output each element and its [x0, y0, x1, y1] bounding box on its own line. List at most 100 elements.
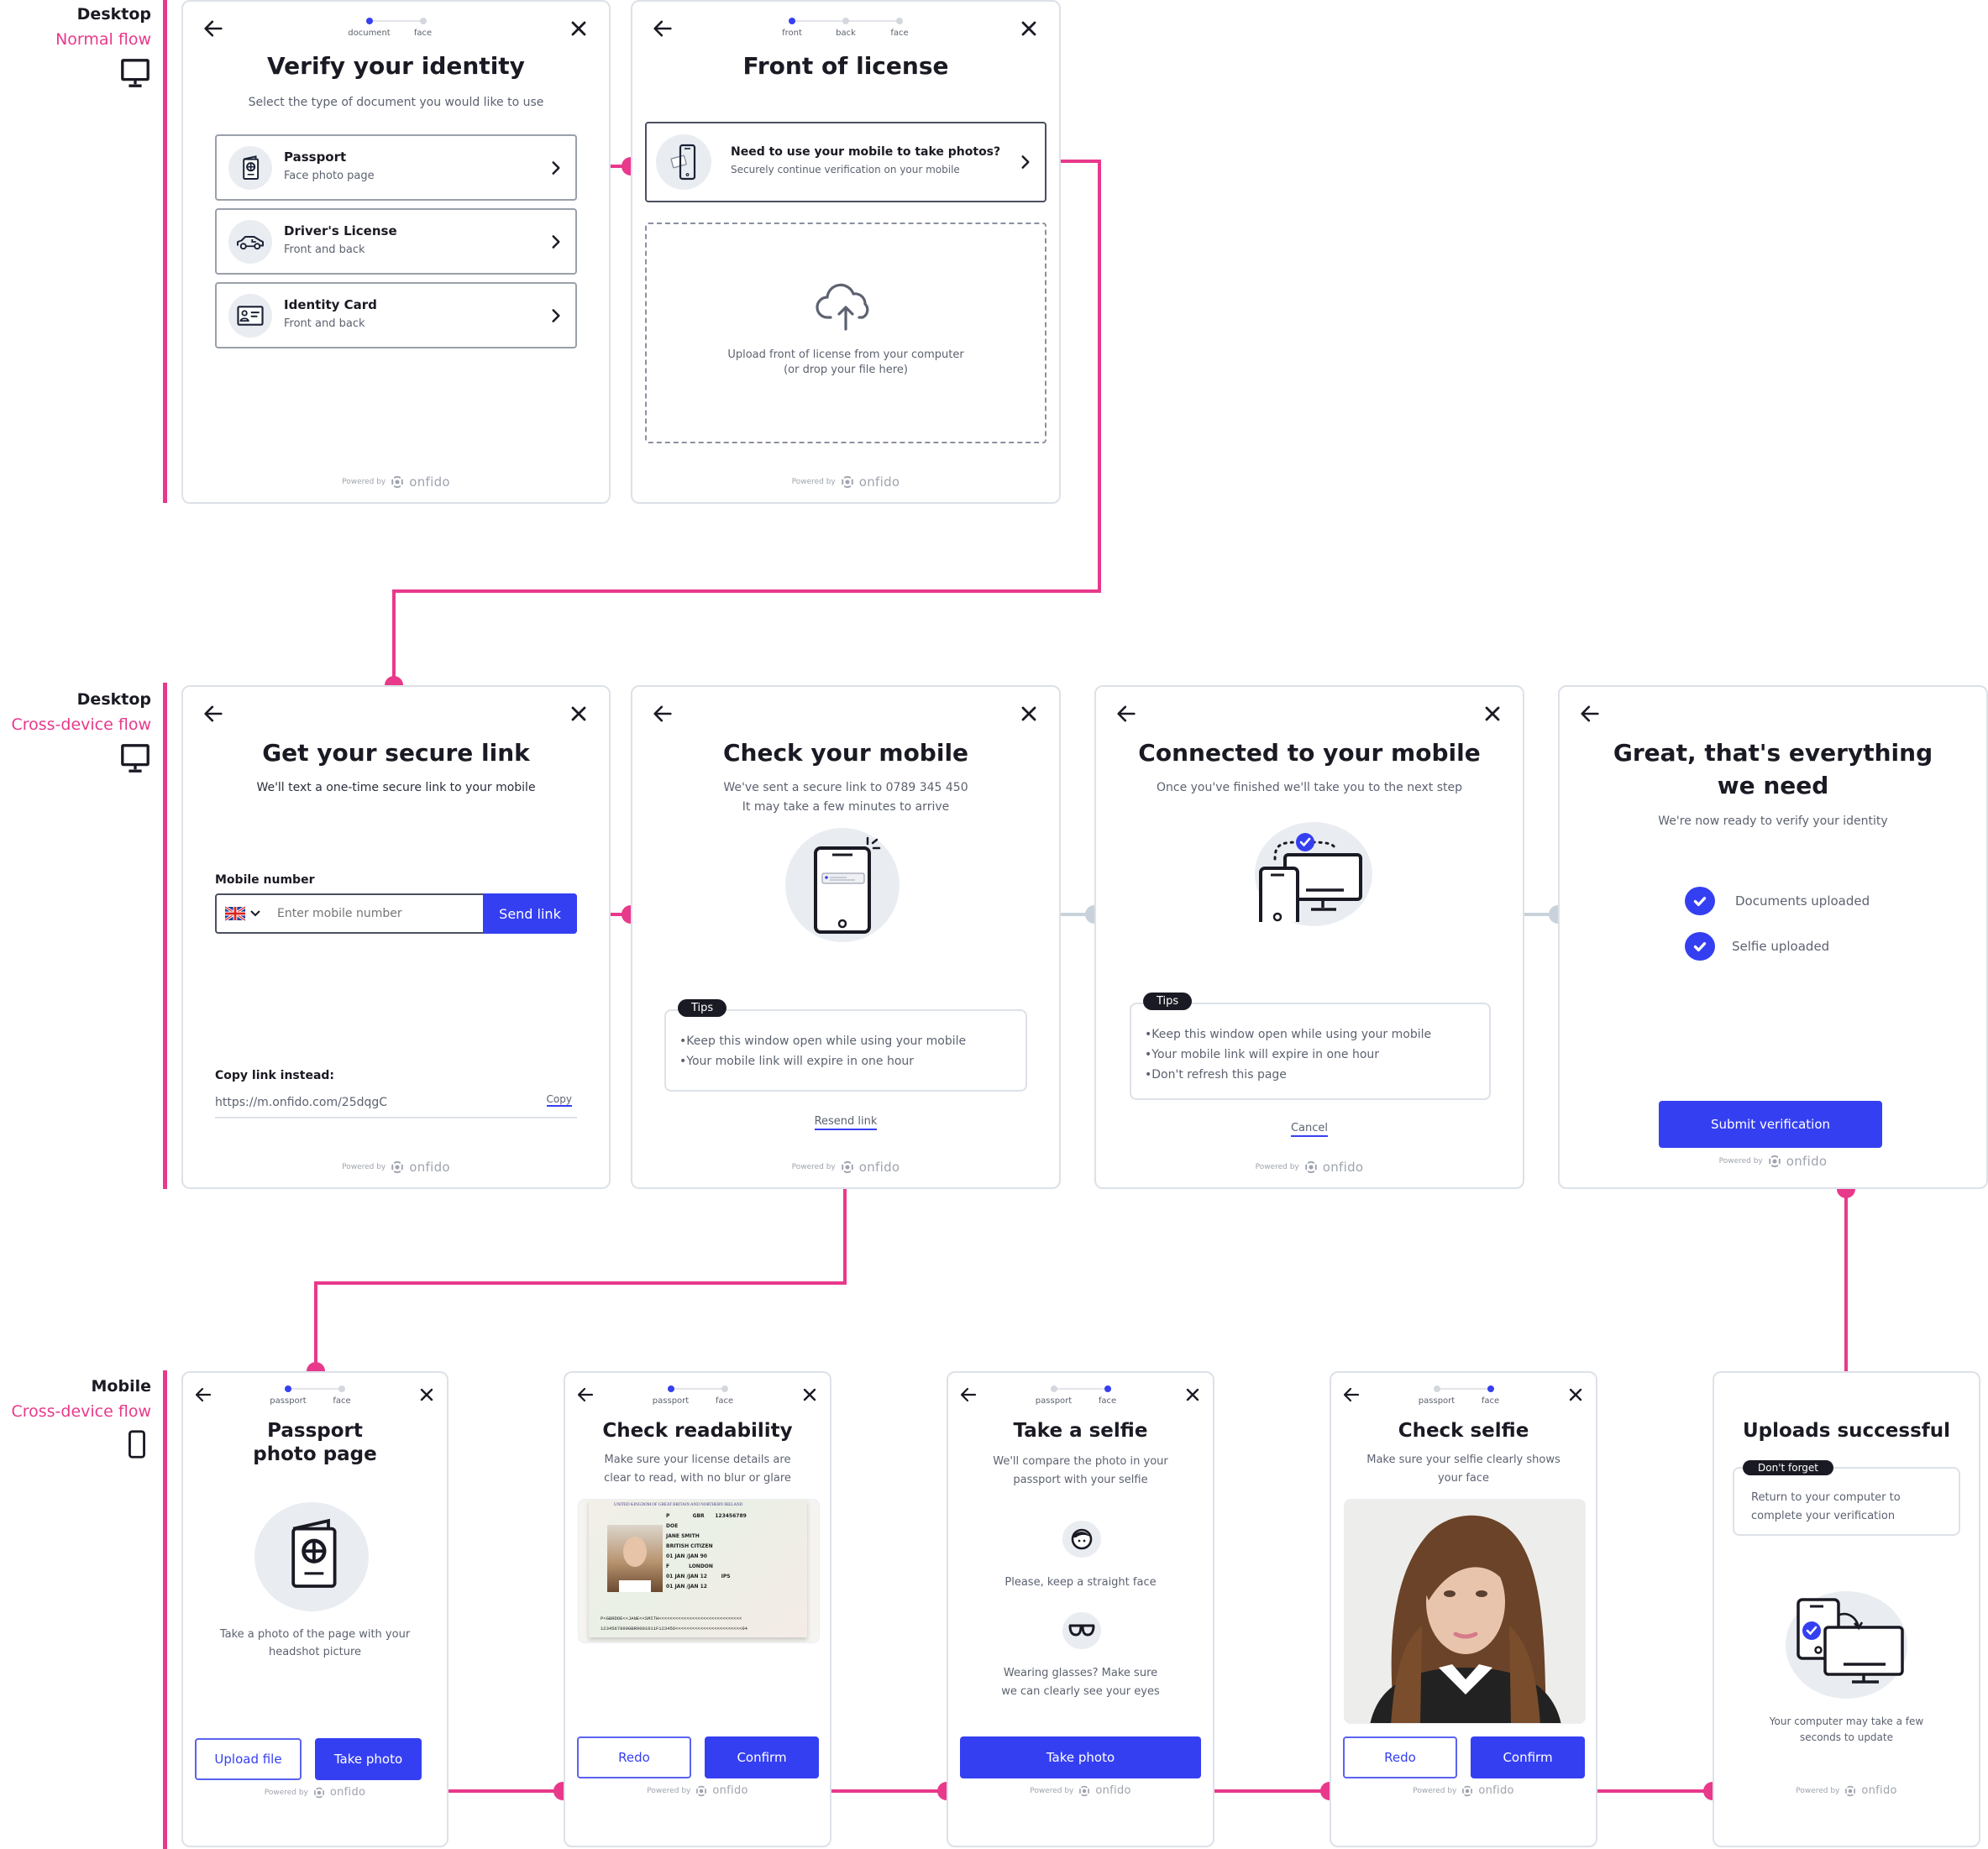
upload-instruction: Upload front of license from your comput…	[727, 348, 964, 361]
passport-mrz-line2: 1234567890GBR9001011F123456<<<<<<<<<<<<<…	[601, 1626, 747, 1632]
close-button[interactable]	[1566, 1385, 1586, 1405]
onfido-logo-icon	[1844, 1785, 1856, 1797]
step-dot	[896, 18, 903, 24]
powered-by-text: Powered by	[791, 1163, 836, 1171]
upload-dropzone[interactable]: Upload front of license from your comput…	[645, 223, 1046, 443]
powered-by-text: Powered by	[342, 478, 386, 486]
close-button[interactable]	[1481, 702, 1504, 725]
tips-list: Keep this window open while using your m…	[666, 1011, 1025, 1071]
screen-check-readability: passport face Check readability Make sur…	[564, 1371, 831, 1847]
step-face: face	[315, 1383, 369, 1406]
close-button[interactable]	[800, 1385, 820, 1405]
passport-holder-photo	[607, 1525, 663, 1592]
redo-button[interactable]: Redo	[577, 1736, 691, 1778]
page-title: Uploads successful	[1742, 1420, 1951, 1442]
upload-file-button[interactable]: Upload file	[195, 1738, 302, 1780]
row-divider	[163, 0, 167, 503]
arrow-left-icon	[1578, 702, 1602, 725]
hint-straight-face: Please, keep a straight face	[1004, 1576, 1157, 1589]
screen-verify-identity: document face Verify your identity Selec…	[181, 0, 611, 504]
icon-circle	[656, 134, 711, 190]
chevron-right-icon	[548, 306, 564, 325]
step-dot-active	[667, 1385, 674, 1392]
row-flow-label: Cross-device flow	[11, 715, 151, 734]
back-button[interactable]	[1578, 702, 1602, 725]
step-label: passport	[1418, 1396, 1456, 1406]
stepper-line	[670, 1388, 725, 1390]
option-sub: Securely continue verification on your m…	[731, 164, 960, 175]
cancel-button[interactable]: Cancel	[1290, 1122, 1329, 1137]
check-label: Selfie uploaded	[1732, 939, 1830, 954]
doc-option-drivers-license[interactable]: Driver's License Front and back	[215, 208, 577, 275]
page-title-line2: photo page	[253, 1443, 377, 1465]
close-button[interactable]	[567, 702, 590, 725]
option-label: Identity Card	[284, 297, 377, 312]
tip-item: Keep this window open while using your m…	[679, 1031, 1010, 1051]
powered-by-footer: Powered by onfido	[1714, 1784, 1979, 1797]
copy-button[interactable]: Copy	[546, 1093, 572, 1107]
powered-by-text: Powered by	[1413, 1786, 1457, 1795]
tips-box: Tips Keep this window open while using y…	[664, 999, 1027, 1092]
row-label-mobile-cross: Mobile Cross-device flow	[0, 1374, 151, 1464]
reminder-line: complete your verification	[1751, 1510, 1896, 1522]
onfido-logo-icon	[1304, 1160, 1318, 1174]
country-select[interactable]	[217, 895, 272, 932]
back-button[interactable]	[651, 702, 674, 725]
instruction-text-line2: your face	[1437, 1472, 1490, 1485]
step-front: front	[765, 15, 819, 38]
step-dot	[1050, 1385, 1057, 1392]
step-label: document	[348, 29, 391, 38]
back-button[interactable]	[1115, 702, 1138, 725]
stepper-line	[288, 1388, 342, 1390]
back-button[interactable]	[202, 702, 225, 725]
close-button[interactable]	[567, 17, 590, 40]
step-label: face	[890, 29, 909, 38]
take-photo-button[interactable]: Take photo	[315, 1738, 422, 1780]
redo-button[interactable]: Redo	[1343, 1736, 1457, 1778]
doc-option-passport[interactable]: Passport Face photo page	[215, 134, 577, 201]
selfie-photo-preview	[1344, 1499, 1586, 1724]
copy-link-label: Copy link instead:	[215, 1069, 335, 1082]
resend-link: Resend link	[632, 1112, 1059, 1130]
close-icon	[1017, 702, 1041, 725]
take-photo-button[interactable]: Take photo	[960, 1736, 1201, 1778]
flow-connector	[392, 589, 1101, 593]
page-subtitle: Select the type of document you would li…	[248, 96, 544, 109]
reminder-badge: Don't forget	[1743, 1460, 1833, 1475]
confirm-button[interactable]: Confirm	[1471, 1736, 1585, 1778]
submit-verification-button[interactable]: Submit verification	[1659, 1101, 1882, 1148]
cloud-upload-icon	[816, 283, 869, 331]
close-button[interactable]	[1183, 1385, 1203, 1405]
option-sub: Face photo page	[284, 170, 375, 182]
passport-icon	[239, 155, 261, 181]
option-label: Passport	[284, 149, 347, 165]
doc-option-identity-card[interactable]: Identity Card Front and back	[215, 282, 577, 348]
resend-link-button[interactable]: Resend link	[814, 1115, 878, 1130]
chevron-down-icon	[250, 910, 260, 917]
use-mobile-option[interactable]: Need to use your mobile to take photos? …	[645, 122, 1046, 202]
step-label: passport	[1035, 1396, 1073, 1406]
close-button[interactable]	[1017, 17, 1041, 40]
brand-name: onfido	[1478, 1784, 1514, 1797]
close-icon	[1566, 1385, 1586, 1405]
send-link-button[interactable]: Send link	[483, 893, 577, 934]
passport-document: UNITED KINGDOM OF GREAT BRITAIN AND NORT…	[589, 1500, 807, 1637]
screen-connected: Connected to your mobile Once you've fin…	[1094, 685, 1524, 1189]
step-label: face	[1098, 1396, 1117, 1406]
progress-stepper: passport face	[183, 1383, 447, 1406]
instruction-text: We'll compare the photo in your	[993, 1455, 1168, 1468]
close-button[interactable]	[1017, 702, 1041, 725]
glasses-icon	[1068, 1624, 1095, 1637]
copy-link-url[interactable]: https://m.onfido.com/25dqgC	[215, 1096, 387, 1109]
upload-instruction-secondary: (or drop your file here)	[784, 364, 908, 376]
flow-connector	[1098, 160, 1101, 593]
passport-type: P	[666, 1513, 670, 1519]
desktop-monitor-icon	[119, 57, 151, 89]
option-label: Need to use your mobile to take photos?	[731, 145, 1001, 159]
step-dot	[338, 1385, 345, 1392]
confirm-button[interactable]: Confirm	[705, 1736, 819, 1778]
passport-icon	[291, 1518, 337, 1588]
close-button[interactable]	[417, 1385, 437, 1405]
passport-issue: 01 JAN /JAN 12	[666, 1574, 707, 1579]
mobile-number-input[interactable]	[272, 895, 483, 932]
